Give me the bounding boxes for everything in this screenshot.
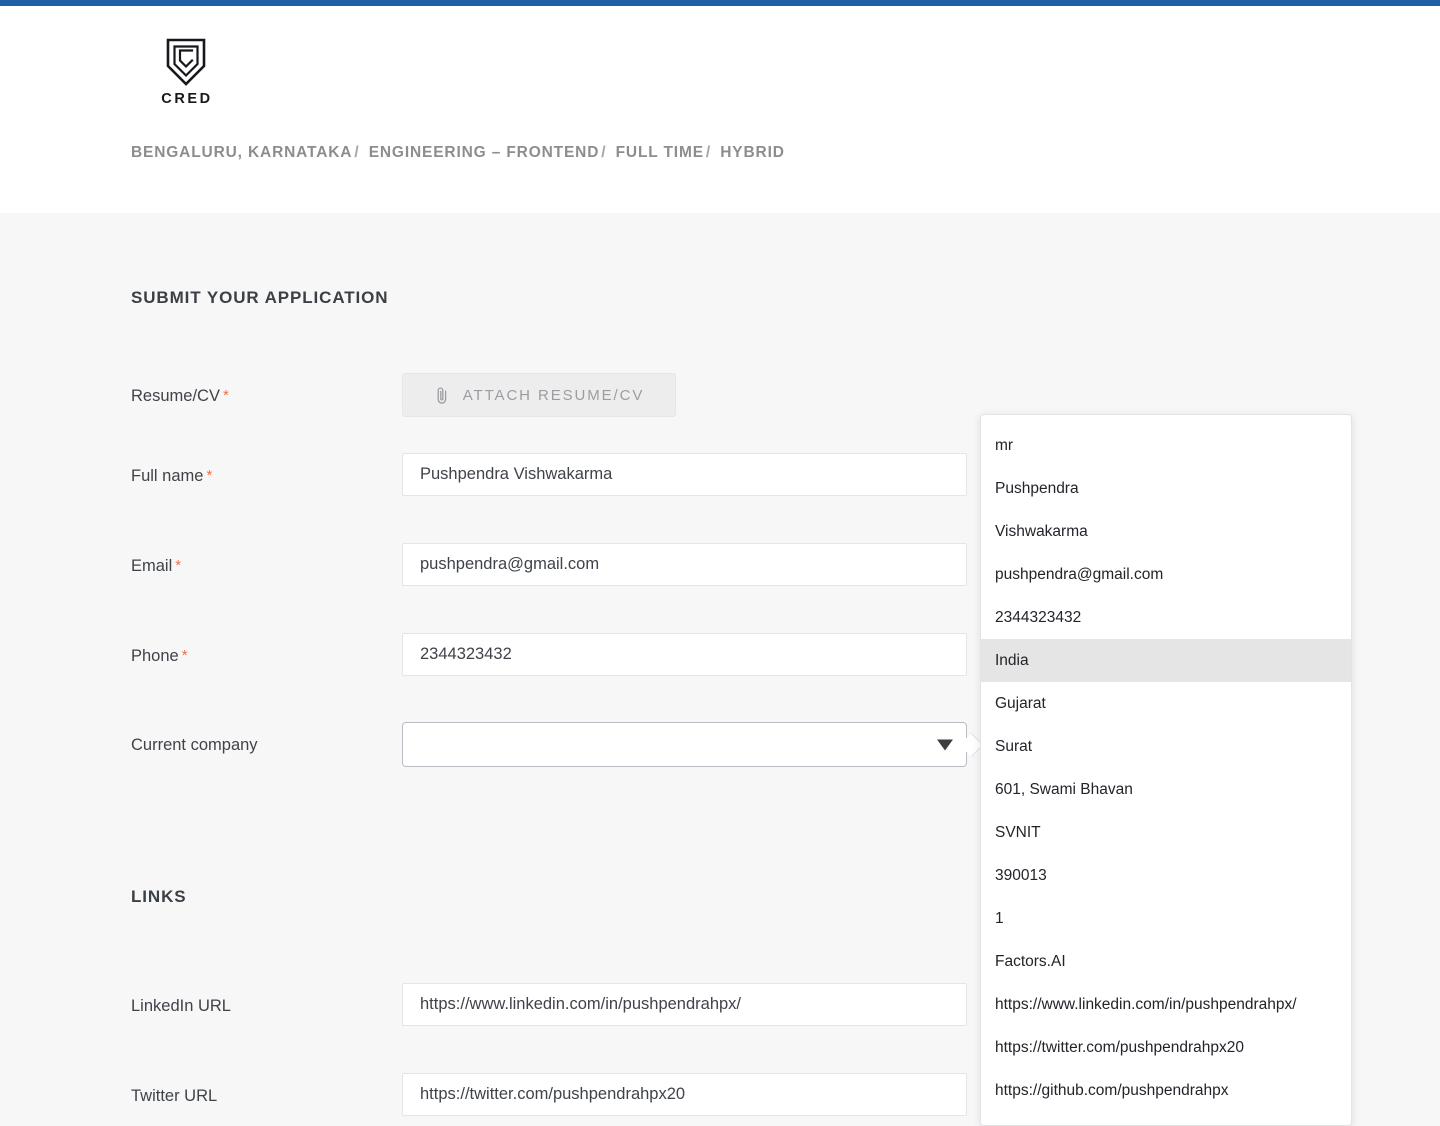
cred-logo[interactable]: CRED [156,37,216,107]
linkedin-url-input[interactable] [402,983,967,1026]
label-phone: Phone * [131,647,188,666]
label-linkedin-url-text: LinkedIn URL [131,996,231,1015]
breadcrumb-separator-3: / [705,144,712,161]
label-resume: Resume/CV * [131,387,229,406]
label-email: Email * [131,557,181,576]
breadcrumb-employment-type: FULL TIME [615,144,704,161]
full-name-input[interactable] [402,453,967,496]
autofill-item[interactable]: mr [981,424,1351,467]
autofill-item[interactable]: https://twitter.com/pushpendrahpx20 [981,1026,1351,1069]
paperclip-icon [437,386,446,404]
autofill-item[interactable]: https://www.linkedin.com/in/pushpendrahp… [981,983,1351,1026]
browser-accent-bar [0,0,1440,6]
cred-shield-icon [166,38,206,86]
label-resume-text: Resume/CV [131,386,220,405]
phone-input[interactable] [402,633,967,676]
autofill-item[interactable]: Factors.AI [981,940,1351,983]
breadcrumb-department: ENGINEERING – FRONTEND [368,144,600,161]
breadcrumb-separator-1: / [354,144,360,161]
autofill-item[interactable]: https://github.com/pushpendrahpx [981,1069,1351,1112]
autofill-item[interactable]: Gujarat [981,682,1351,725]
autofill-item[interactable]: Pushpendra [981,467,1351,510]
current-company-combobox[interactable] [402,722,984,767]
autofill-item[interactable]: 390013 [981,854,1351,897]
breadcrumb-work-mode: HYBRID [720,144,785,161]
required-marker-resume: * [222,386,229,404]
twitter-url-input[interactable] [402,1073,967,1116]
email-input[interactable] [402,543,967,586]
label-current-company-text: Current company [131,735,258,754]
breadcrumb: BENGALURU, KARNATAKA / ENGINEERING – FRON… [131,144,785,162]
attach-resume-button[interactable]: ATTACH RESUME/CV [402,373,676,417]
breadcrumb-separator-2: / [601,144,607,161]
autofill-item[interactable]: Surat [981,725,1351,768]
label-email-text: Email [131,556,173,575]
cred-wordmark: CRED [161,91,213,107]
required-marker-email: * [175,556,182,574]
label-twitter-url: Twitter URL [131,1087,217,1105]
section-title-submit-application: SUBMIT YOUR APPLICATION [131,288,389,307]
current-company-input[interactable] [402,722,967,767]
attach-resume-label: ATTACH RESUME/CV [462,386,645,404]
page-header: CRED BENGALURU, KARNATAKA / ENGINEERING –… [0,6,1440,213]
label-full-name-text: Full name [131,466,204,485]
autofill-item[interactable]: 1 [981,897,1351,940]
field-row-resume: Resume/CV * ATTACH RESUME/CV [0,373,1440,419]
autofill-item[interactable]: 2344323432 [981,596,1351,639]
autofill-item[interactable]: Vishwakarma [981,510,1351,553]
label-linkedin-url: LinkedIn URL [131,997,231,1015]
label-current-company: Current company [131,736,258,754]
autofill-item[interactable]: 601, Swami Bhavan [981,768,1351,811]
required-marker-phone: * [181,646,188,664]
label-full-name: Full name * [131,467,212,486]
breadcrumb-location: BENGALURU, KARNATAKA [131,144,353,161]
label-phone-text: Phone [131,646,179,665]
autofill-item[interactable]: SVNIT [981,811,1351,854]
required-marker-full-name: * [206,466,213,484]
autofill-suggestions-panel[interactable]: mr Pushpendra Vishwakarma pushpendra@gmail.… [980,414,1352,1126]
label-twitter-url-text: Twitter URL [131,1086,218,1105]
autofill-item[interactable]: India [981,639,1351,682]
autofill-item[interactable]: pushpendra@gmail.com [981,553,1351,596]
section-title-links: LINKS [131,887,187,906]
